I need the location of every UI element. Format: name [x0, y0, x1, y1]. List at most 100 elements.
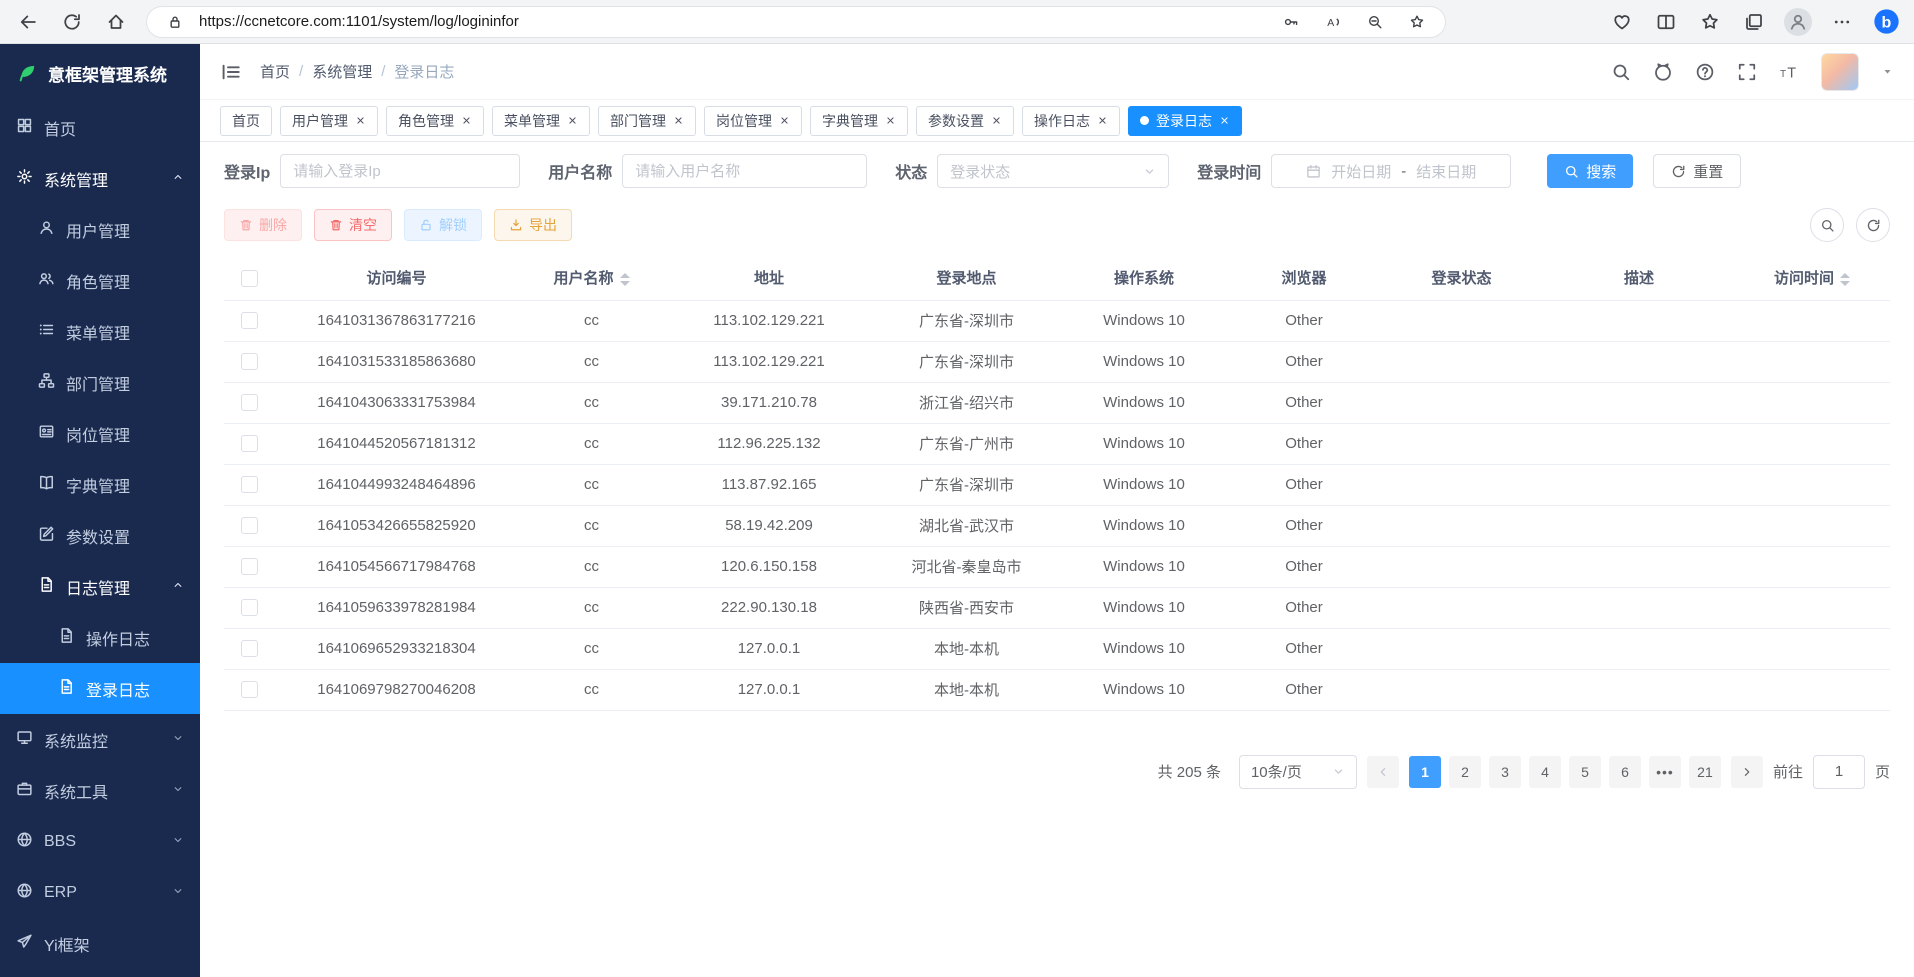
toggle-search-button[interactable]	[1810, 208, 1844, 242]
sidebar-item-role-management[interactable]: 角色管理	[0, 255, 200, 306]
sidebar-item-dict-management[interactable]: 字典管理	[0, 459, 200, 510]
search-button[interactable]: 搜索	[1547, 154, 1633, 188]
row-checkbox[interactable]	[241, 312, 258, 329]
sidebar-item-home[interactable]: 首页	[0, 102, 200, 153]
row-checkbox[interactable]	[241, 681, 258, 698]
login-ip-input[interactable]	[293, 163, 507, 180]
page-size-select[interactable]: 10条/页	[1239, 755, 1357, 789]
column-header[interactable]: 访问时间	[1734, 256, 1890, 300]
status-select[interactable]: 登录状态	[937, 154, 1169, 188]
browser-home-button[interactable]	[102, 8, 130, 36]
tab[interactable]: 登录日志	[1128, 106, 1242, 136]
tab[interactable]: 操作日志	[1022, 106, 1120, 136]
row-checkbox[interactable]	[241, 517, 258, 534]
sort-caret-icon[interactable]	[620, 273, 630, 286]
table-row[interactable]: 1641059633978281984cc222.90.130.18陕西省-西安…	[224, 587, 1890, 628]
table-row[interactable]: 1641043063331753984cc39.171.210.78浙江省-绍兴…	[224, 382, 1890, 423]
sidebar-item-menu-management[interactable]: 菜单管理	[0, 306, 200, 357]
sidebar-toggle-icon[interactable]	[220, 61, 242, 83]
tab-close-icon[interactable]	[779, 113, 790, 129]
tab[interactable]: 用户管理	[280, 106, 378, 136]
table-row[interactable]: 1641044520567181312cc112.96.225.132广东省-广…	[224, 423, 1890, 464]
table-row[interactable]: 1641031533185863680cc113.102.129.221广东省-…	[224, 341, 1890, 382]
tab-close-icon[interactable]	[991, 113, 1002, 129]
split-screen-icon[interactable]	[1652, 8, 1680, 36]
favorites-bar-icon[interactable]	[1696, 8, 1724, 36]
help-icon[interactable]	[1695, 62, 1715, 82]
refresh-table-button[interactable]	[1856, 208, 1890, 242]
page-button[interactable]: 6	[1609, 756, 1641, 788]
avatar-caret-down-icon[interactable]	[1881, 65, 1894, 78]
pagination-ellipsis[interactable]: •••	[1649, 756, 1681, 788]
table-row[interactable]: 1641053426655825920cc58.19.42.209湖北省-武汉市…	[224, 505, 1890, 546]
login-time-range-picker[interactable]: 开始日期 - 结束日期	[1271, 154, 1511, 188]
sidebar-item-system-monitor[interactable]: 系统监控	[0, 714, 200, 765]
breadcrumb-item[interactable]: 系统管理	[312, 61, 372, 82]
tab[interactable]: 菜单管理	[492, 106, 590, 136]
table-row[interactable]: 1641044993248464896cc113.87.92.165广东省-深圳…	[224, 464, 1890, 505]
github-icon[interactable]	[1653, 62, 1673, 82]
username-input[interactable]	[635, 163, 854, 180]
page-button[interactable]: 4	[1529, 756, 1561, 788]
goto-page-input[interactable]	[1813, 755, 1865, 789]
page-button[interactable]: 21	[1689, 756, 1721, 788]
add-favorite-star-icon[interactable]	[1403, 8, 1431, 36]
page-button[interactable]: 5	[1569, 756, 1601, 788]
bing-icon[interactable]: b	[1872, 8, 1900, 36]
tab-close-icon[interactable]	[673, 113, 684, 129]
tab[interactable]: 部门管理	[598, 106, 696, 136]
row-checkbox[interactable]	[241, 640, 258, 657]
sidebar-item-system-tools[interactable]: 系统工具	[0, 765, 200, 816]
row-checkbox[interactable]	[241, 599, 258, 616]
sidebar-item-erp[interactable]: ERP	[0, 867, 200, 918]
read-aloud-icon[interactable]: A	[1319, 8, 1347, 36]
tab-close-icon[interactable]	[885, 113, 896, 129]
tab[interactable]: 岗位管理	[704, 106, 802, 136]
fullscreen-icon[interactable]	[1737, 62, 1757, 82]
table-row[interactable]: 1641069652933218304cc127.0.0.1本地-本机Windo…	[224, 628, 1890, 669]
browser-refresh-button[interactable]	[58, 8, 86, 36]
row-checkbox[interactable]	[241, 476, 258, 493]
browser-address-bar[interactable]: https://ccnetcore.com:1101/system/log/lo…	[146, 6, 1446, 38]
page-button[interactable]: 3	[1489, 756, 1521, 788]
row-checkbox[interactable]	[241, 435, 258, 452]
table-row[interactable]: 1641069798270046208cc127.0.0.1本地-本机Windo…	[224, 669, 1890, 710]
collections-icon[interactable]	[1740, 8, 1768, 36]
unlock-button[interactable]: 解锁	[404, 209, 482, 241]
row-checkbox[interactable]	[241, 353, 258, 370]
page-button[interactable]: 2	[1449, 756, 1481, 788]
browser-back-button[interactable]	[14, 8, 42, 36]
browser-profile-avatar[interactable]	[1784, 8, 1812, 36]
tab-close-icon[interactable]	[1219, 113, 1230, 129]
select-all-checkbox[interactable]	[241, 270, 258, 287]
browser-menu-icon[interactable]	[1828, 8, 1856, 36]
breadcrumb-item[interactable]: 首页	[260, 61, 290, 82]
header-search-icon[interactable]	[1611, 62, 1631, 82]
sidebar-item-yi-framework[interactable]: Yi框架	[0, 918, 200, 969]
export-button[interactable]: 导出	[494, 209, 572, 241]
sidebar-item-param-settings[interactable]: 参数设置	[0, 510, 200, 561]
row-checkbox[interactable]	[241, 558, 258, 575]
sidebar-item-user-management[interactable]: 用户管理	[0, 204, 200, 255]
column-header[interactable]: 用户名称	[519, 256, 664, 300]
tab-close-icon[interactable]	[1097, 113, 1108, 129]
tab-close-icon[interactable]	[461, 113, 472, 129]
row-checkbox[interactable]	[241, 394, 258, 411]
sort-caret-icon[interactable]	[1840, 273, 1850, 286]
next-page-button[interactable]	[1731, 756, 1763, 788]
table-row[interactable]: 1641031367863177216cc113.102.129.221广东省-…	[224, 300, 1890, 341]
tab[interactable]: 角色管理	[386, 106, 484, 136]
reset-button[interactable]: 重置	[1653, 154, 1741, 188]
sidebar-item-log-management[interactable]: 日志管理	[0, 561, 200, 612]
sidebar-item-system-management[interactable]: 系统管理	[0, 153, 200, 204]
sidebar-item-bbs[interactable]: BBS	[0, 816, 200, 867]
clear-button[interactable]: 清空	[314, 209, 392, 241]
table-row[interactable]: 1641054566717984768cc120.6.150.158河北省-秦皇…	[224, 546, 1890, 587]
tab-close-icon[interactable]	[567, 113, 578, 129]
browser-essentials-icon[interactable]	[1608, 8, 1636, 36]
sidebar-item-post-management[interactable]: 岗位管理	[0, 408, 200, 459]
sidebar-item-login-log[interactable]: 登录日志	[0, 663, 200, 714]
password-key-icon[interactable]	[1277, 8, 1305, 36]
font-size-icon[interactable]: TT	[1779, 62, 1799, 82]
page-button[interactable]: 1	[1409, 756, 1441, 788]
